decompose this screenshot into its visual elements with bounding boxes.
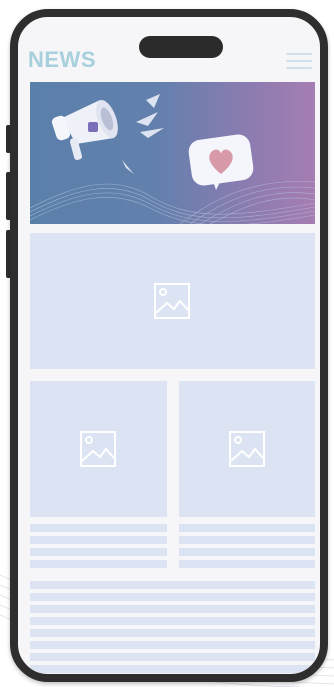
text-placeholder-line [30,605,315,613]
article-card-left[interactable] [30,381,167,517]
text-placeholder-line [179,536,315,544]
megaphone-icon [51,99,118,160]
image-placeholder-icon [154,283,190,319]
text-placeholder-line [179,560,315,568]
text-placeholder-line [30,653,315,661]
hamburger-icon[interactable] [286,51,312,71]
text-placeholder-line [30,629,315,637]
spark-icon [140,128,164,138]
text-placeholder-line [30,593,315,601]
article-card-right[interactable] [179,381,315,517]
text-placeholder-line [30,617,315,625]
hero-illustration [30,94,315,224]
image-placeholder-icon [80,431,116,467]
spark-icon [122,160,134,174]
spark-icon [136,112,158,126]
text-placeholder-line [30,524,167,532]
hero-banner[interactable] [30,82,315,224]
text-placeholder-line [179,548,315,556]
wave-lines [30,181,315,224]
heart-speech-bubble-icon [188,134,254,190]
dynamic-island [139,36,223,58]
text-placeholder-line [30,665,315,673]
phone-mockup: NEWS [10,9,328,682]
phone-screen: NEWS [18,17,320,674]
spark-icon [146,94,160,108]
text-placeholder-line [30,548,167,556]
text-placeholder-line [30,581,315,589]
text-placeholder-line [30,641,315,649]
text-placeholder-line [30,536,167,544]
news-logo: NEWS [28,47,96,72]
text-placeholder-line [179,524,315,532]
text-placeholder-line [30,560,167,568]
article-card-large[interactable] [30,233,315,369]
image-placeholder-icon [229,431,265,467]
